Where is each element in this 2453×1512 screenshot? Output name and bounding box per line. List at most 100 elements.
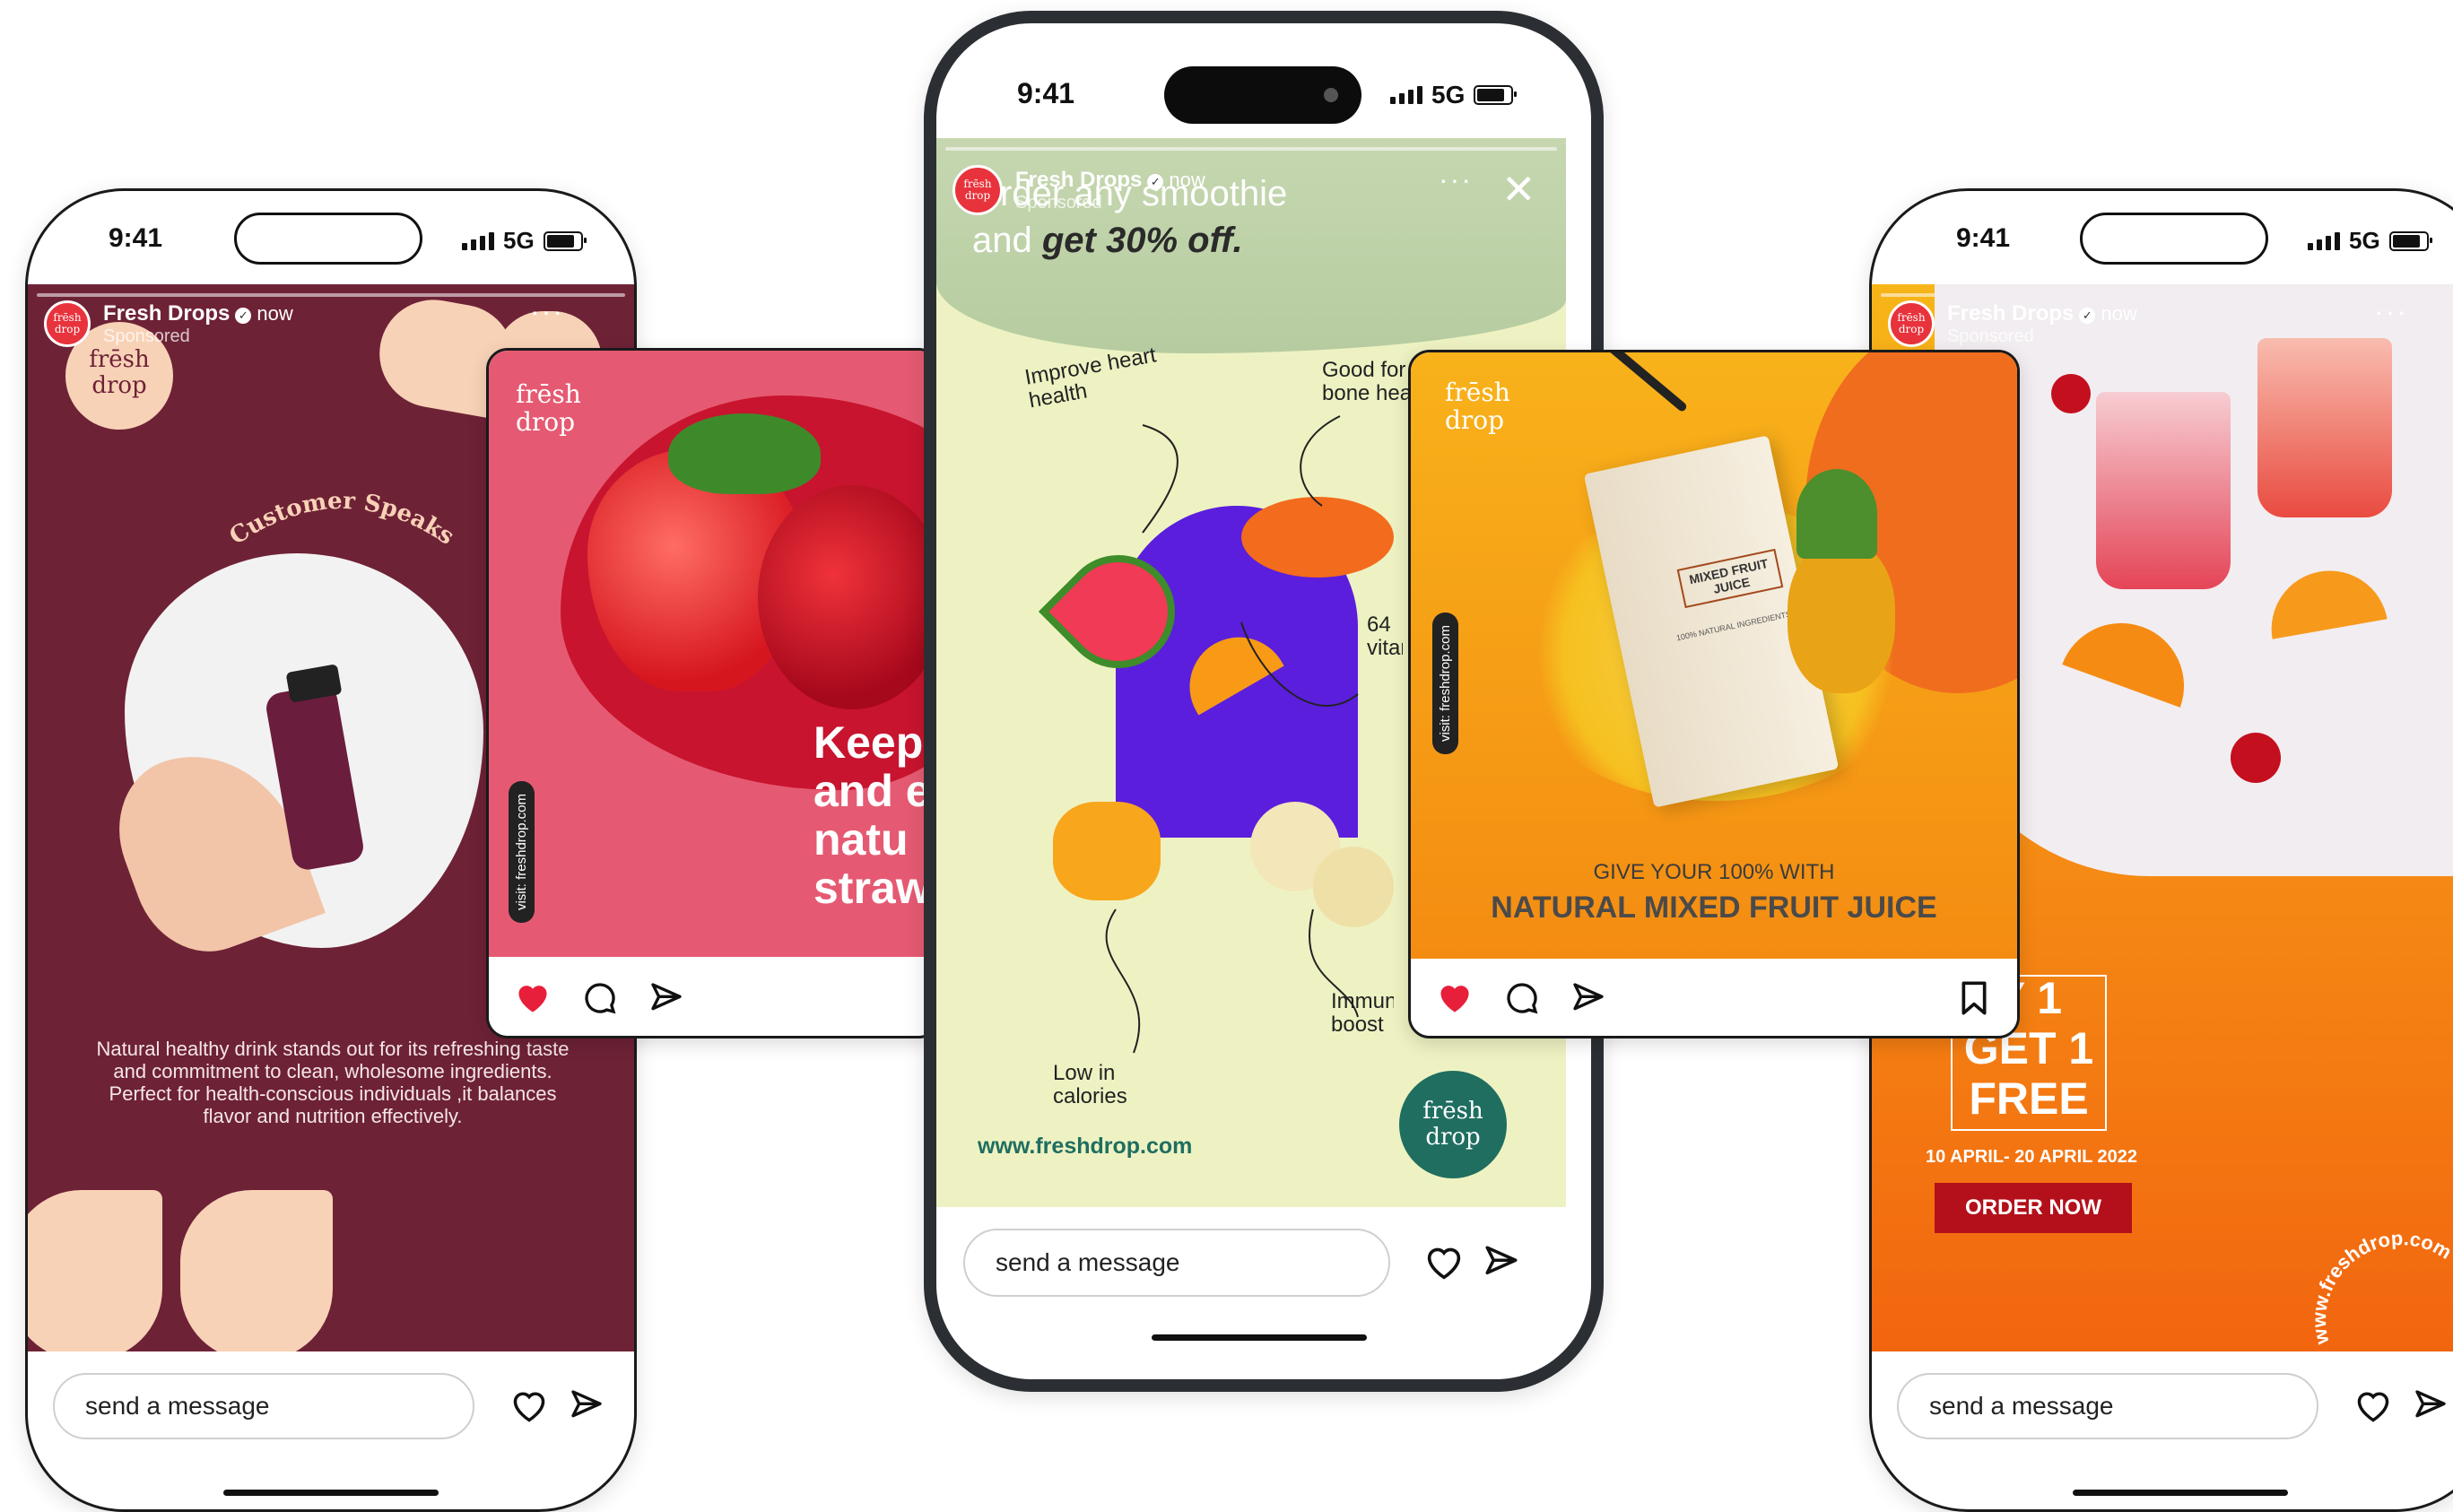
brand-logo: frēsh drop — [1445, 378, 1510, 435]
signal-icon — [2308, 231, 2340, 250]
account-name[interactable]: Fresh Drops — [1015, 168, 1142, 192]
home-indicator — [1152, 1334, 1367, 1341]
comment-icon[interactable] — [582, 980, 618, 1016]
sponsored-label: Sponsored — [1947, 326, 2034, 346]
logo-line2: drop — [91, 371, 147, 399]
brand-logo: frēsh drop — [74, 347, 164, 398]
cherry-2 — [2051, 374, 2091, 413]
send-icon[interactable] — [2412, 1387, 2449, 1423]
account-avatar[interactable]: frēsh drop — [44, 300, 91, 347]
network-label: 5G — [2349, 227, 2380, 254]
post-actions — [489, 960, 937, 1036]
battery-icon — [2388, 230, 2432, 251]
website-url[interactable]: www.freshdrop.com — [978, 1134, 1192, 1160]
send-icon[interactable] — [568, 1387, 605, 1423]
story-header: frēsh drop Fresh Drops ✓ now Sponsored — [1888, 300, 2137, 347]
account-avatar[interactable]: frēsh drop — [1888, 300, 1935, 347]
strawberry-leaves — [668, 413, 821, 494]
order-now-button[interactable]: ORDER NOW — [1935, 1183, 2132, 1233]
headline-plain: and — [972, 221, 1032, 260]
bookmark-icon[interactable] — [1958, 980, 1990, 1016]
post-time: now — [257, 301, 293, 325]
brand-logo: frēsh drop — [516, 379, 581, 437]
account-name[interactable]: Fresh Drops — [103, 301, 230, 326]
dynamic-island — [234, 213, 422, 265]
more-options-icon[interactable]: ··· — [530, 295, 564, 328]
status-time: 9:41 — [109, 223, 163, 253]
home-indicator — [2073, 1490, 2288, 1496]
send-message-input[interactable]: send a message — [1897, 1373, 2318, 1439]
status-time: 9:41 — [1017, 77, 1075, 109]
offer-line-3: FREE — [1969, 1073, 2089, 1124]
url-arc-text: www.freshdrop.com — [2308, 1227, 2453, 1347]
post-headline: Keep and e natu straw — [813, 717, 931, 913]
more-options-icon[interactable]: ··· — [2374, 295, 2408, 328]
pineapple — [1788, 541, 1895, 693]
verified-icon: ✓ — [1147, 174, 1164, 191]
account-avatar[interactable]: frēsh drop — [952, 165, 1003, 215]
heading-text: Customer Speaks — [225, 488, 459, 551]
camera-dot — [1324, 88, 1338, 102]
juice-product-name: NATURAL MIXED FRUIT JUICE — [1491, 891, 1937, 925]
signal-icon — [462, 231, 494, 250]
status-time: 9:41 — [1956, 223, 2011, 253]
post-time: now — [2101, 301, 2137, 325]
juice-tagline: GIVE YOUR 100% WITH — [1593, 860, 1835, 884]
cherry-1 — [2231, 733, 2281, 783]
story-header: frēsh drop Fresh Drops ✓ now Sponsored — [44, 300, 293, 347]
post-actions — [1411, 960, 2017, 1036]
sponsored-label: Sponsored — [103, 326, 190, 346]
heart-icon[interactable] — [510, 1389, 548, 1423]
more-options-icon[interactable]: ··· — [1439, 163, 1473, 196]
battery-icon — [543, 230, 587, 251]
visit-tag: visit: freshdrop.com — [509, 781, 535, 924]
heart-icon[interactable] — [2354, 1389, 2392, 1423]
story-progress-bar — [945, 147, 1557, 151]
send-message-input[interactable]: send a message — [963, 1229, 1390, 1297]
status-indicators: 5G — [462, 227, 587, 255]
url-arc: www.freshdrop.com — [2308, 1227, 2453, 1347]
share-icon[interactable] — [648, 980, 684, 1016]
post-image[interactable]: frēsh drop Keep and e natu straw visit: … — [489, 351, 937, 957]
benefit-heart: Improve heart health — [1022, 343, 1159, 413]
heart-icon[interactable] — [1424, 1245, 1464, 1281]
visit-tag: visit: freshdrop.com — [1432, 613, 1458, 755]
quote-mark-bottom-1 — [28, 1190, 162, 1351]
strawberry-2 — [758, 485, 937, 709]
logo-line1: frēsh — [89, 346, 150, 373]
headline-offer: get 30% off. — [1041, 221, 1243, 260]
testimonial-text: Natural healthy drink stands out for its… — [96, 1038, 570, 1127]
status-indicators: 5G — [1390, 81, 1518, 109]
status-indicators: 5G — [2308, 227, 2432, 255]
dynamic-island — [2080, 213, 2268, 265]
share-icon[interactable] — [1570, 980, 1606, 1016]
signal-icon — [1390, 86, 1422, 104]
comment-icon[interactable] — [1504, 980, 1540, 1016]
customer-speaks-heading: Customer Speaks — [225, 488, 459, 551]
brand-badge: frēsh drop — [1399, 1071, 1507, 1178]
story-header: frēsh drop Fresh Drops ✓ now Sponsored — [952, 165, 1205, 215]
quote-mark-bottom-2 — [180, 1190, 333, 1351]
close-icon[interactable]: ✕ — [1501, 169, 1536, 210]
sponsored-label: Sponsored — [1015, 192, 1102, 213]
pineapple-leaves — [1796, 469, 1877, 559]
glass-1 — [2096, 392, 2231, 589]
account-name[interactable]: Fresh Drops — [1947, 301, 2074, 326]
home-indicator — [223, 1490, 439, 1496]
verified-icon: ✓ — [235, 308, 252, 325]
liked-heart-icon[interactable] — [514, 981, 552, 1015]
network-label: 5G — [1431, 81, 1466, 109]
glass-2 — [2257, 338, 2392, 517]
post-time: now — [1169, 168, 1205, 191]
svg-text:Customer Speaks: Customer Speaks — [225, 488, 459, 551]
straw — [1599, 352, 1689, 413]
send-message-input[interactable]: send a message — [53, 1373, 474, 1439]
battery-icon — [1474, 85, 1518, 105]
liked-heart-icon[interactable] — [1436, 981, 1474, 1015]
network-label: 5G — [503, 227, 535, 254]
feed-post-juice: MIXED FRUIT JUICE 100% NATURAL INGREDIEN… — [1408, 350, 2020, 1038]
verified-icon: ✓ — [2079, 308, 2096, 325]
send-icon[interactable] — [1482, 1243, 1521, 1281]
feed-post-strawberry: frēsh drop Keep and e natu straw visit: … — [486, 348, 940, 1038]
post-image[interactable]: MIXED FRUIT JUICE 100% NATURAL INGREDIEN… — [1411, 352, 2017, 959]
